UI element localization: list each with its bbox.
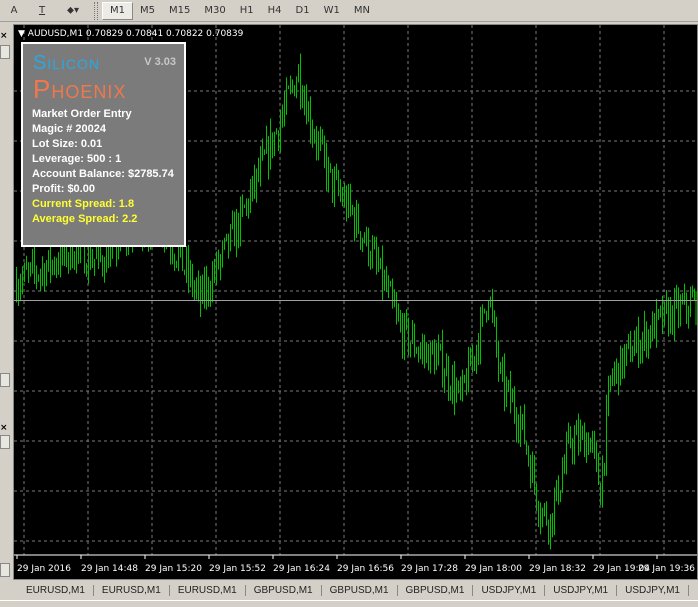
account-balance: Account Balance: $2785.74: [32, 168, 174, 180]
panel-scroll-button[interactable]: [0, 45, 10, 59]
toolbar: A T ⬥▾ M1 M5 M15 M30 H1 H4 D1 W1 MN: [0, 0, 698, 22]
close-icon[interactable]: ×: [0, 423, 8, 433]
x-tick-label: 29 Jan 19:36: [638, 564, 695, 574]
chart-tabs: EURUSD,M1 EURUSD,M1 EURUSD,M1 GBPUSD,M1 GBPU…: [0, 580, 698, 600]
timeframe-h1[interactable]: H1: [233, 2, 261, 20]
text-tool-button[interactable]: A: [0, 1, 28, 21]
lot-size: Lot Size: 0.01: [32, 138, 103, 150]
timeframe-m5[interactable]: M5: [133, 2, 162, 20]
timeframe-h4[interactable]: H4: [261, 2, 289, 20]
timeframe-d1[interactable]: D1: [289, 2, 317, 20]
profit: Profit: $0.00: [32, 183, 95, 195]
toolbar-grip[interactable]: [94, 1, 98, 20]
timeframe-w1[interactable]: W1: [317, 2, 347, 20]
panel-scroll-button[interactable]: [0, 563, 10, 577]
chart-tab[interactable]: USDJPY,M1: [545, 584, 618, 596]
x-tick-label: 29 Jan 15:52: [209, 564, 266, 574]
average-spread: Average Spread: 2.2: [32, 213, 138, 225]
status-bar: [0, 600, 698, 607]
x-tick-label: 29 Jan 17:28: [401, 564, 458, 574]
mode-label: Market Order Entry: [32, 108, 132, 120]
close-icon[interactable]: ×: [0, 31, 8, 41]
timeframe-mn[interactable]: MN: [347, 2, 377, 20]
chart-tab[interactable]: EURUSD,M1: [94, 584, 170, 596]
x-tick-label: 29 Jan 18:00: [465, 564, 522, 574]
chart-tab[interactable]: GBPUSD,M1: [246, 584, 322, 596]
leverage: Leverage: 500 : 1: [32, 153, 122, 165]
brand-silicon: Silicon: [33, 52, 101, 74]
timeframe-m30[interactable]: M30: [197, 2, 232, 20]
chart-tab[interactable]: EURUSD,M1: [18, 584, 94, 596]
magic-number: Magic # 20024: [32, 123, 106, 135]
ea-info-rows: Market Order Entry Magic # 20024 Lot Siz…: [32, 107, 174, 227]
x-tick-label: 29 Jan 2016: [17, 564, 71, 574]
left-panel: × ×: [0, 23, 13, 580]
x-tick-label: 29 Jan 16:56: [337, 564, 394, 574]
chart-tab[interactable]: GBPUSD,M1: [398, 584, 474, 596]
ea-info-panel: Silicon Phoenix V 3.03 Market Order Entr…: [21, 42, 186, 247]
panel-scroll-button[interactable]: [0, 435, 10, 449]
timeframe-group: M1 M5 M15 M30 H1 H4 D1 W1 MN: [102, 1, 377, 20]
price-chart[interactable]: 29 Jan 2016 29 Jan 14:48 29 Jan 15:20 29 Ja…: [13, 24, 698, 580]
timeframe-m1[interactable]: M1: [102, 1, 133, 20]
chart-tab[interactable]: USDJPY,M1: [617, 584, 689, 596]
x-tick-label: 29 Jan 16:24: [273, 564, 330, 574]
chart-tab[interactable]: EURUSD,M1: [170, 584, 246, 596]
current-spread: Current Spread: 1.8: [32, 198, 135, 210]
x-tick-label: 29 Jan 14:48: [81, 564, 138, 574]
chart-tab[interactable]: USDJPY,M1: [473, 584, 546, 596]
panel-scroll-button[interactable]: [0, 373, 10, 387]
chart-tab[interactable]: GBPUSD,M1: [322, 584, 398, 596]
chart-symbol-info: ▼ AUDUSD,M1 0.70829 0.70841 0.70822 0.70…: [18, 29, 244, 39]
timeframe-m15[interactable]: M15: [162, 2, 197, 20]
brand-phoenix: Phoenix: [33, 74, 127, 104]
version-label: V 3.03: [144, 56, 176, 68]
arrows-tool-button[interactable]: ⬥▾: [56, 1, 90, 21]
text-label-tool-button[interactable]: T: [28, 1, 56, 21]
x-tick-label: 29 Jan 15:20: [145, 564, 202, 574]
x-tick-label: 29 Jan 18:32: [529, 564, 586, 574]
